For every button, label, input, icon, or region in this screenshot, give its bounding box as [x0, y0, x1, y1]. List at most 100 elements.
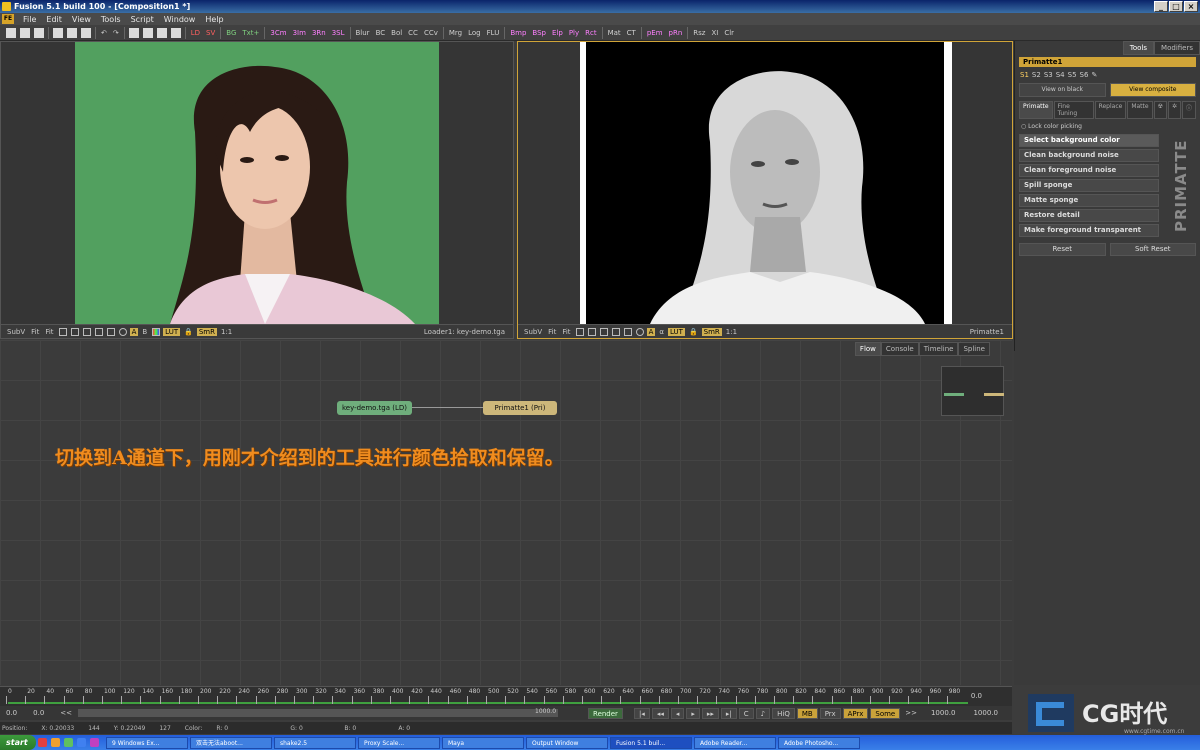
- viewer-right-alpha[interactable]: α: [656, 328, 667, 336]
- quicklaunch-icon-4[interactable]: [77, 738, 86, 747]
- info-icon[interactable]: ⓘ: [1181, 101, 1196, 119]
- go-start-icon[interactable]: |◂: [633, 707, 650, 719]
- undo-icon[interactable]: ↶: [98, 27, 110, 39]
- quicklaunch-icon-2[interactable]: [51, 738, 60, 747]
- subtab-replace[interactable]: Replace: [1094, 101, 1127, 119]
- tool-ld[interactable]: LD: [188, 27, 203, 39]
- viewer-left-channel-a[interactable]: A: [129, 327, 139, 336]
- slot-s2[interactable]: S2: [1032, 71, 1041, 79]
- play-reverse-icon[interactable]: ◂: [670, 707, 685, 719]
- viewer-right-scale[interactable]: 1:1: [723, 328, 740, 336]
- select-background-button[interactable]: Select background color: [1019, 134, 1159, 147]
- spill-sponge-button[interactable]: Spill sponge: [1019, 179, 1159, 192]
- tool-ccv[interactable]: CCv: [421, 27, 441, 39]
- cut-icon[interactable]: [53, 27, 63, 38]
- rectangle-tool-icon[interactable]: [623, 327, 632, 336]
- slot-s6[interactable]: S6: [1080, 71, 1089, 79]
- slot-s4[interactable]: S4: [1056, 71, 1065, 79]
- tool-bc[interactable]: BC: [373, 27, 389, 39]
- tool-ply[interactable]: Ply: [566, 27, 582, 39]
- new-file-icon[interactable]: [6, 27, 16, 38]
- viewer-right-lut[interactable]: LUT: [667, 327, 685, 336]
- tool-elp[interactable]: Elp: [549, 27, 566, 39]
- taskbar-task[interactable]: 9 Windows Ex...: [106, 736, 188, 749]
- viewer-right-fit-a[interactable]: Fit: [545, 328, 559, 336]
- viewer-left-smr[interactable]: SmR: [196, 327, 217, 336]
- time-ruler[interactable]: 0.0 0 20 40 60 80 100 120 140 160 180 200 220 240 260…: [0, 686, 1012, 706]
- tool-3im[interactable]: 3Im: [290, 27, 309, 39]
- viewer-left-subv[interactable]: SubV: [4, 328, 28, 336]
- menu-edit[interactable]: Edit: [41, 15, 67, 24]
- tool-pem[interactable]: pEm: [644, 27, 666, 39]
- view-composite-button[interactable]: View composite: [1109, 83, 1196, 97]
- menu-help[interactable]: Help: [200, 15, 228, 24]
- tool-3sl[interactable]: 3SL: [329, 27, 348, 39]
- tool-rct[interactable]: Rct: [582, 27, 599, 39]
- viewer-right-channel-a[interactable]: A: [646, 327, 656, 336]
- node-loader[interactable]: key-demo.tga (LD): [337, 401, 412, 415]
- subtab-fine-tuning[interactable]: Fine Tuning: [1053, 101, 1094, 119]
- render-button[interactable]: Render: [588, 707, 623, 719]
- play-icon[interactable]: ▸: [686, 707, 700, 719]
- viewer-left[interactable]: SubV Fit Fit A B LUT 🔒 SmR 1:1 Loader1: …: [0, 41, 514, 339]
- viewer-left-channel-b[interactable]: B: [139, 328, 150, 336]
- global-start[interactable]: 0.0: [0, 709, 23, 717]
- gradient-tool-icon[interactable]: [599, 327, 608, 336]
- hiq-button[interactable]: HiQ: [772, 707, 795, 719]
- quicklaunch-icon-1[interactable]: [38, 738, 47, 747]
- time-slider[interactable]: 1000.0: [78, 708, 559, 717]
- rectangle-tool-icon[interactable]: [106, 327, 115, 336]
- ellipse-tool-icon[interactable]: [118, 327, 127, 336]
- layout-dual-icon[interactable]: [142, 27, 153, 38]
- audio-icon[interactable]: ♪: [755, 707, 771, 719]
- soft-reset-button[interactable]: Soft Reset: [1109, 243, 1196, 256]
- viewer-right-canvas[interactable]: [518, 42, 1012, 324]
- taskbar-task[interactable]: Proxy Scale...: [358, 736, 440, 749]
- flow-minimap[interactable]: [941, 366, 1004, 416]
- tool-bg[interactable]: BG: [223, 27, 239, 39]
- tab-timeline[interactable]: Timeline: [918, 342, 959, 356]
- range-start-arrows[interactable]: <<: [54, 709, 78, 717]
- range-skip[interactable]: >>: [901, 709, 921, 717]
- layout-full-icon[interactable]: [170, 27, 181, 38]
- view-on-black-button[interactable]: View on black: [1019, 83, 1106, 97]
- tool-mrg[interactable]: Mrg: [446, 27, 465, 39]
- tool-3cm[interactable]: 3Cm: [267, 27, 289, 39]
- viewer-right-smr[interactable]: SmR: [701, 327, 722, 336]
- tool-txt[interactable]: Txt+: [239, 27, 262, 39]
- lock-checkbox-icon[interactable]: ○: [1021, 123, 1026, 130]
- tool-cc[interactable]: CC: [405, 27, 421, 39]
- copy-icon[interactable]: [67, 27, 77, 38]
- tool-mat[interactable]: Mat: [605, 27, 624, 39]
- open-file-icon[interactable]: [20, 27, 30, 38]
- gradient-tool-icon[interactable]: [82, 327, 91, 336]
- render-start[interactable]: 0.0: [23, 709, 54, 717]
- menu-script[interactable]: Script: [126, 15, 159, 24]
- aprx-button[interactable]: APrx: [842, 707, 869, 719]
- minimize-button[interactable]: _: [1154, 1, 1168, 12]
- go-end-icon[interactable]: ▸|: [720, 707, 737, 719]
- reset-button[interactable]: Reset: [1019, 243, 1106, 256]
- restore-detail-button[interactable]: Restore detail: [1019, 209, 1159, 222]
- tool-bmp[interactable]: Bmp: [507, 27, 529, 39]
- tool-flu[interactable]: FLU: [484, 27, 503, 39]
- slot-s5[interactable]: S5: [1068, 71, 1077, 79]
- viewer-right[interactable]: SubV Fit Fit A α LUT 🔒 SmR 1:1 Primatte1: [517, 41, 1013, 339]
- tab-flow[interactable]: Flow: [854, 342, 881, 356]
- tool-3rn[interactable]: 3Rn: [309, 27, 329, 39]
- mb-button[interactable]: MB: [796, 707, 818, 719]
- clean-bg-noise-button[interactable]: Clean background noise: [1019, 149, 1159, 162]
- tool-ct[interactable]: CT: [624, 27, 639, 39]
- step-back-icon[interactable]: ◂◂: [651, 707, 669, 719]
- loop-icon[interactable]: C: [738, 707, 754, 719]
- taskbar-task[interactable]: 双击无法aboot...: [190, 736, 272, 749]
- lock-icon[interactable]: 🔒: [181, 328, 196, 336]
- taskbar-task[interactable]: Fusion 5.1 buil...: [610, 736, 692, 749]
- prx-button[interactable]: Prx: [819, 707, 841, 719]
- menu-file[interactable]: File: [18, 15, 41, 24]
- tab-tools[interactable]: Tools: [1122, 41, 1155, 55]
- taskbar-task[interactable]: shake2.5: [274, 736, 356, 749]
- subtab-primatte[interactable]: Primatte: [1019, 101, 1053, 119]
- subtab-matte[interactable]: Matte: [1127, 101, 1153, 119]
- tool-prn[interactable]: pRn: [666, 27, 686, 39]
